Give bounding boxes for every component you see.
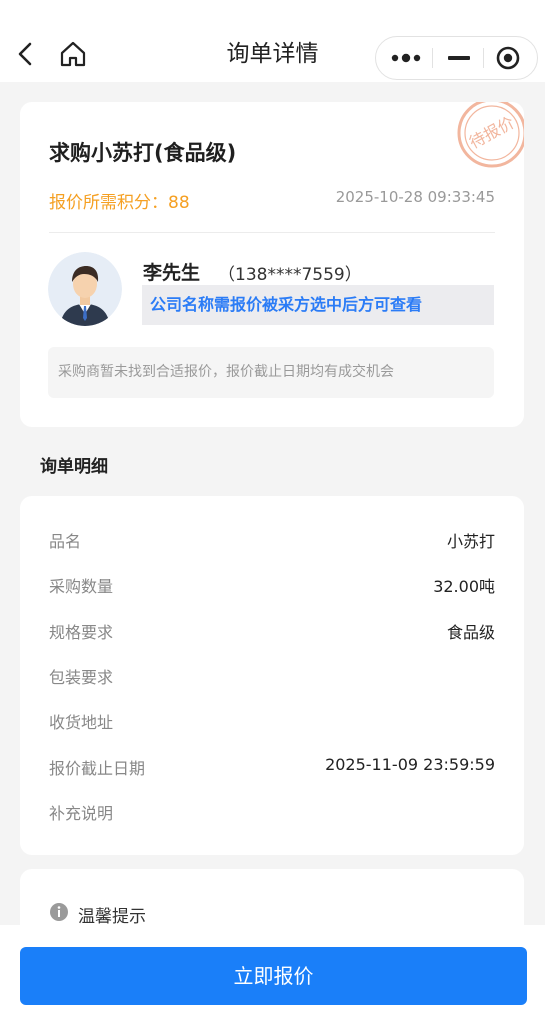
- detail-value: 32.00吨: [433, 577, 495, 596]
- section-title-details: 询单明细: [40, 457, 108, 477]
- user-avatar-icon: [48, 252, 122, 326]
- stamp-text: 待报价: [466, 113, 517, 152]
- inquiry-summary-card: 求购小苏打(食品级) 报价所需积分：88 2025-10-28 09:33:45…: [20, 102, 524, 427]
- detail-label: 补充说明: [49, 804, 114, 823]
- detail-value: 小苏打: [446, 532, 495, 551]
- close-mini-program-button[interactable]: [483, 37, 537, 79]
- quote-now-button[interactable]: 立即报价: [20, 947, 527, 1005]
- detail-value: 食品级: [446, 623, 495, 642]
- detail-row-deadline: 报价截止日期 2025-11-09 23:59:59: [49, 755, 495, 779]
- mini-program-capsule: [375, 36, 538, 80]
- detail-row-product-name: 品名 小苏打: [49, 528, 495, 552]
- detail-row-delivery-address: 收货地址: [49, 709, 495, 733]
- detail-label: 包装要求: [49, 668, 114, 687]
- pending-quote-stamp: 待报价: [457, 102, 524, 168]
- detail-row-spec: 规格要求 食品级: [49, 619, 495, 643]
- divider: [49, 232, 495, 233]
- inquiry-time: 2025-10-28 09:33:45: [335, 188, 495, 206]
- detail-row-quantity: 采购数量 32.00吨: [49, 573, 495, 597]
- points-required: 报价所需积分：88: [49, 193, 190, 213]
- detail-label: 采购数量: [49, 577, 114, 596]
- top-nav-bar: 询单详情: [0, 0, 545, 82]
- contact-name: 李先生: [143, 262, 201, 284]
- minimize-icon: [448, 56, 470, 60]
- bottom-action-bar: 立即报价: [0, 925, 545, 1024]
- minimize-button[interactable]: [432, 37, 486, 79]
- detail-label: 规格要求: [49, 623, 114, 642]
- avatar: [48, 252, 122, 326]
- inquiry-details-card: 品名 小苏打 采购数量 32.00吨 规格要求 食品级 包装要求 收货地址 报价…: [20, 496, 524, 855]
- detail-label: 收货地址: [49, 713, 114, 732]
- buyer-status-notice: 采购商暂未找到合适报价，报价截止日期均有成交机会: [48, 347, 494, 398]
- detail-label: 报价截止日期: [49, 759, 146, 778]
- detail-row-remarks: 补充说明: [49, 800, 495, 824]
- detail-label: 品名: [49, 532, 82, 551]
- detail-row-packaging: 包装要求: [49, 664, 495, 688]
- tips-title: 温馨提示: [78, 907, 146, 927]
- product-title: 求购小苏打(食品级): [49, 141, 237, 165]
- more-menu-button[interactable]: [378, 37, 432, 79]
- more-dots-icon: [391, 53, 421, 63]
- company-name-hidden-notice: 公司名称需报价被采方选中后方可查看: [142, 285, 494, 325]
- target-circle-icon: [496, 46, 520, 70]
- info-icon: [50, 903, 68, 921]
- detail-value: 2025-11-09 23:59:59: [325, 755, 495, 774]
- contact-phone: （138****7559）: [218, 265, 362, 285]
